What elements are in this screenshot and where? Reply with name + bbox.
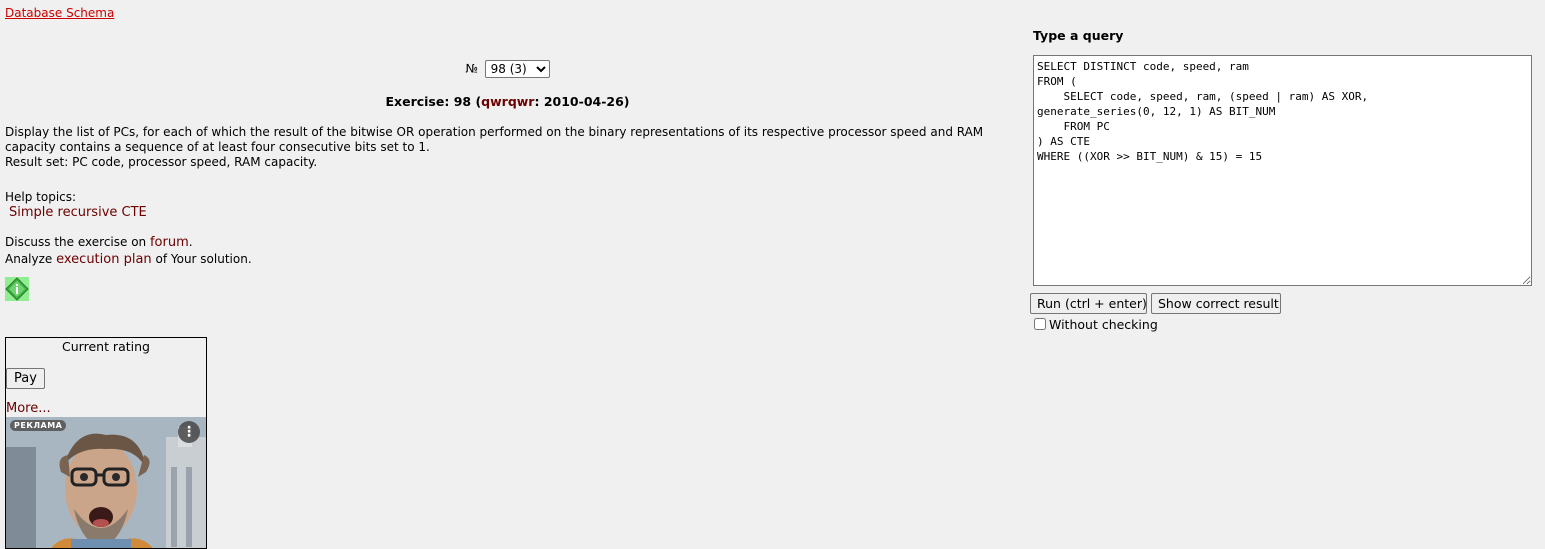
ad-image	[6, 417, 206, 548]
database-schema-link[interactable]: Database Schema	[5, 6, 114, 20]
analyze-prefix: Analyze	[5, 252, 57, 266]
advertisement-banner[interactable]: РЕКЛАМА ⋮	[6, 417, 206, 548]
diamond-info-icon[interactable]	[5, 277, 29, 301]
query-label: Type a query	[1033, 28, 1124, 43]
discuss-suffix: .	[188, 235, 193, 249]
number-sign-label: №	[465, 61, 478, 76]
discuss-block: Discuss the exercise on forum. Analyze e…	[5, 234, 252, 268]
task-line: capacity contains a sequence of at least…	[5, 140, 430, 154]
pay-button[interactable]: Pay	[6, 368, 45, 389]
forum-link[interactable]: forum	[150, 235, 189, 250]
rating-title: Current rating	[62, 339, 150, 354]
without-checking-option[interactable]: Without checking	[1033, 317, 1158, 332]
task-result-set: Result set: PC code, processor speed, RA…	[5, 155, 318, 169]
show-correct-result-button[interactable]: Show correct result	[1151, 293, 1281, 314]
exercise-title-suffix: : 2010-04-26)	[534, 94, 630, 109]
task-line: Display the list of PCs, for each of whi…	[5, 125, 984, 139]
exercise-title: Exercise: 98 (qwrqwr: 2010-04-26)	[5, 94, 1010, 109]
rating-box: Current rating Pay More... РЕКЛАМА ⋮	[5, 337, 207, 549]
without-checking-checkbox[interactable]	[1034, 318, 1046, 330]
analyze-suffix: of Your solution.	[151, 252, 252, 266]
help-topic-link[interactable]: Simple recursive CTE	[9, 205, 147, 220]
help-topics-label: Help topics:	[5, 190, 77, 204]
ad-menu-icon[interactable]: ⋮	[178, 421, 200, 443]
exercise-select[interactable]: 98 (3)	[484, 60, 550, 78]
exercise-selector-row: № 98 (3)	[5, 60, 1010, 78]
without-checking-label: Without checking	[1049, 317, 1158, 332]
exercise-task-text: Display the list of PCs, for each of whi…	[5, 125, 1010, 170]
exercise-title-prefix: Exercise: 98 (	[385, 94, 482, 109]
execution-plan-link[interactable]: execution plan	[56, 252, 152, 267]
discuss-prefix: Discuss the exercise on	[5, 235, 150, 249]
run-button[interactable]: Run (ctrl + enter)	[1030, 293, 1147, 314]
exercise-author: qwrqwr	[481, 94, 535, 109]
query-textarea[interactable]: SELECT DISTINCT code, speed, ram FROM ( …	[1033, 55, 1532, 286]
ad-badge: РЕКЛАМА	[10, 420, 67, 431]
more-link[interactable]: More...	[6, 401, 51, 416]
